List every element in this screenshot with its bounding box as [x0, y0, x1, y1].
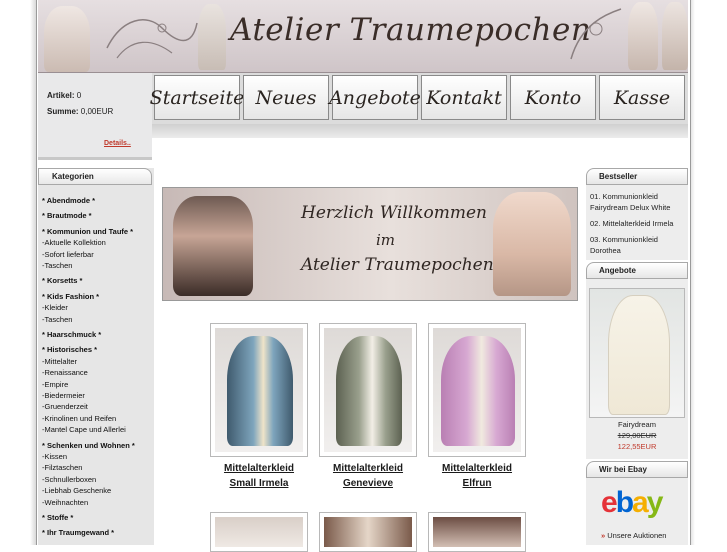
bestseller-heading: Bestseller: [586, 168, 688, 185]
double-arrow-icon: »: [601, 531, 606, 540]
dress-figure: [441, 336, 515, 446]
welcome-banner: Herzlich Willkommen im Atelier Traumepoc…: [162, 187, 578, 301]
corset-image-right: [493, 192, 571, 296]
dress-figure: [608, 295, 670, 415]
offer-old-price: 129,00EUR: [617, 431, 657, 440]
nav-startseite[interactable]: Startseite: [150, 75, 244, 120]
category-group-item[interactable]: * Haarschmuck *: [42, 330, 101, 339]
category-sub-item[interactable]: -Krinolinen und Reifen: [42, 414, 116, 423]
category-sub-item[interactable]: -Gruenderzeit: [42, 402, 88, 411]
ebay-logo[interactable]: ebay: [601, 486, 663, 520]
dress-figure: [227, 336, 293, 446]
category-sub-item[interactable]: -Mantel Cape und Allerlei: [42, 425, 126, 434]
product-image-small-irmela[interactable]: [210, 323, 308, 457]
ornament-right-icon: [570, 8, 622, 60]
category-sub-item[interactable]: -Empire: [42, 380, 68, 389]
category-sub-item[interactable]: -Filztaschen: [42, 463, 82, 472]
category-group-item[interactable]: * Brautmode *: [42, 211, 92, 220]
cart-shadow: [38, 157, 152, 160]
category-group-item[interactable]: * Korsetts *: [42, 276, 82, 285]
nav-shadow: [152, 124, 688, 138]
welcome-line-1: Herzlich Willkommen: [301, 203, 487, 223]
category-group-item[interactable]: * Schenken und Wohnen *: [42, 441, 135, 450]
category-group-item[interactable]: * Kommunion und Taufe *: [42, 227, 133, 236]
category-sub-item[interactable]: -Renaissance: [42, 368, 88, 377]
bestseller-item-3[interactable]: 03. Kommunionkleid Dorothea: [590, 234, 686, 256]
category-sub-item[interactable]: -Mittelalter: [42, 357, 77, 366]
category-heading: Kategorien: [38, 168, 152, 185]
nav-konto[interactable]: Konto: [510, 75, 596, 120]
category-sub-item[interactable]: -Biedermeier: [42, 391, 85, 400]
banner-dress-image-left: [44, 6, 90, 72]
dress-figure: [336, 336, 402, 446]
nav-kasse[interactable]: Kasse: [599, 75, 685, 120]
product-image-row2-1[interactable]: [210, 512, 308, 552]
nav-kontakt[interactable]: Kontakt: [421, 75, 507, 120]
offer-product-name[interactable]: Fairydream: [586, 420, 688, 429]
offer-new-price: 122,55EUR: [617, 442, 657, 451]
product-name-small-irmela[interactable]: Mittelalterkleid Small Irmela: [199, 461, 319, 491]
product-image-elfrun[interactable]: [428, 323, 526, 457]
cart-sum: Summe: 0,00EUR: [47, 107, 114, 116]
corset-image-left: [173, 196, 253, 296]
category-sub-item[interactable]: -Schnullerboxen: [42, 475, 96, 484]
category-sub-item[interactable]: -Liebhab Geschenke: [42, 486, 111, 495]
category-group-item[interactable]: * Ihr Traumgewand *: [42, 528, 114, 537]
category-group-item[interactable]: * Kids Fashion *: [42, 292, 99, 301]
category-sub-item[interactable]: -Kleider: [42, 303, 68, 312]
welcome-line-3: Atelier Traumepochen: [301, 255, 494, 275]
category-sub-item[interactable]: -Aktuelle Kollektion: [42, 238, 106, 247]
offers-heading: Angebote: [586, 262, 688, 279]
header-banner: Atelier Traumepochen: [38, 0, 688, 73]
category-group-item[interactable]: * Historisches *: [42, 345, 97, 354]
banner-dress-image-right: [628, 2, 658, 70]
banner-girl-image: [198, 4, 226, 70]
banner-dress-image-far-right: [662, 2, 688, 70]
bestseller-item-1[interactable]: 01. Kommunionkleid Fairydream Delux Whit…: [590, 191, 686, 213]
cart-articles: Artikel: 0: [47, 91, 82, 100]
category-group-item[interactable]: * Abendmode *: [42, 196, 95, 205]
ebay-auctions-link[interactable]: » Unsere Auktionen: [601, 531, 666, 540]
ornament-icon: [106, 19, 198, 59]
product-image-row2-3[interactable]: [428, 512, 526, 552]
category-sub-item[interactable]: -Kissen: [42, 452, 67, 461]
ebay-heading: Wir bei Ebay: [586, 461, 688, 478]
category-sub-item[interactable]: -Taschen: [42, 261, 72, 270]
offer-product-image[interactable]: [589, 288, 685, 418]
product-image-genevieve[interactable]: [319, 323, 417, 457]
category-sub-item[interactable]: -Sofort lieferbar: [42, 250, 94, 259]
cart-box: Artikel: 0 Summe: 0,00EUR: [38, 73, 152, 157]
cart-details-link[interactable]: Details..: [104, 140, 131, 147]
nav-angebote[interactable]: Angebote: [329, 75, 421, 120]
bestseller-item-2[interactable]: 02. Mittelalterkleid Irmela: [590, 218, 686, 229]
category-sub-item[interactable]: -Weihnachten: [42, 498, 88, 507]
site-title: Atelier Traumepochen: [230, 12, 592, 48]
nav-neues[interactable]: Neues: [243, 75, 329, 120]
welcome-line-2: im: [376, 231, 396, 249]
product-image-row2-2[interactable]: [319, 512, 417, 552]
product-name-genevieve[interactable]: Mittelalterkleid Genevieve: [308, 461, 428, 491]
product-name-elfrun[interactable]: Mittelalterkleid Elfrun: [417, 461, 537, 491]
category-group-item[interactable]: * Stoffe *: [42, 513, 73, 522]
category-sub-item[interactable]: -Taschen: [42, 315, 72, 324]
